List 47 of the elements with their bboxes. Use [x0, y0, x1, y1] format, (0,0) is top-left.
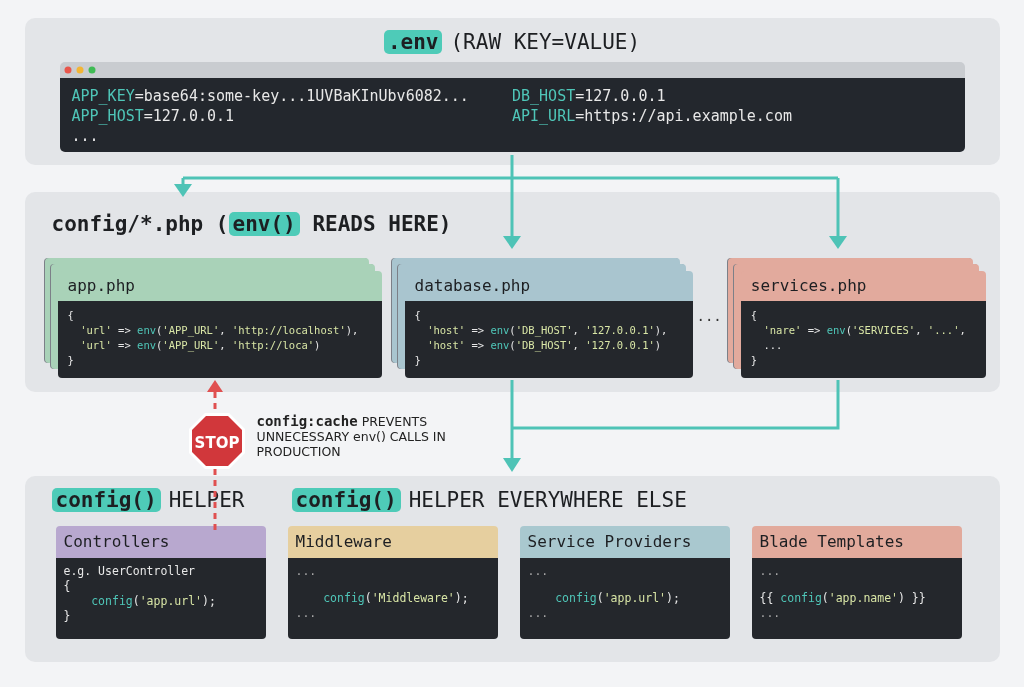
code-line: e.g. UserController	[63, 564, 197, 579]
card-title: Middleware	[287, 526, 498, 558]
code-line: {{ config('app.name') }}	[759, 590, 927, 606]
title-highlight: env()	[228, 212, 300, 236]
code-line: ...	[759, 564, 782, 579]
code-line: ...	[527, 606, 550, 621]
code-line: config('app.url');	[554, 590, 681, 606]
cache-note: config:cache PREVENTS UNNECESSARY env() CALLS IN PRODUCTION	[256, 414, 447, 459]
code-line: 'nare' => env('SERVICES', '...',	[762, 323, 967, 338]
code-line: APP_HOST=127.0.0.1	[71, 106, 236, 126]
code-line: ...	[759, 606, 782, 621]
card-title: Blade Templates	[751, 526, 962, 558]
code-line: ...	[762, 338, 784, 353]
code-line: {	[750, 308, 759, 323]
code-line: ...	[71, 126, 100, 146]
code-line: config('app.url');	[90, 594, 217, 609]
code-line: 'url' => env('APP_URL', 'http://loca')	[79, 338, 322, 353]
code-line: 'host' => env('DB_HOST', '127.0.0.1')	[426, 338, 663, 353]
section-title: config/*.php (	[51, 212, 229, 236]
code-line: API_URL=https://api.example.com	[512, 106, 793, 126]
code-line: {	[63, 579, 72, 594]
code-line: }	[67, 353, 75, 368]
ellipsis: ...	[696, 308, 722, 324]
code-line: }	[63, 609, 72, 624]
code-line: ...	[295, 564, 318, 579]
code-line: {	[67, 308, 75, 323]
card-title: Controllers	[55, 526, 266, 558]
code-line: ...	[295, 606, 318, 621]
code-line: DB_HOST=127.0.0.1	[512, 86, 667, 106]
code-line: config('Middleware');	[322, 590, 470, 606]
stop-sign: STOP	[187, 412, 246, 470]
code-line: {	[414, 308, 422, 323]
title-highlight: config()	[51, 488, 161, 512]
title-highlight: .env	[383, 30, 443, 54]
code-line: 'host' => env('DB_HOST', '127.0.0.1'),	[426, 323, 669, 338]
code-line: }	[750, 353, 759, 368]
code-line: APP_KEY=base64:some-key...1UVBaKInUbv6082...	[71, 86, 470, 106]
section-title: READS HERE)	[311, 212, 452, 236]
code-line: 'url' => env('APP_URL', 'http://localhost'),	[79, 323, 360, 338]
title-highlight: config()	[291, 488, 401, 512]
section-title: (RAW KEY=VALUE)	[450, 30, 641, 54]
window-controls-icon	[63, 66, 96, 74]
code-line: ...	[527, 564, 550, 579]
section-title: HELPER	[168, 488, 245, 512]
section-title: HELPER EVERYWHERE ELSE	[408, 488, 687, 512]
code-line: }	[414, 353, 422, 368]
card-title: Service Providers	[519, 526, 730, 558]
